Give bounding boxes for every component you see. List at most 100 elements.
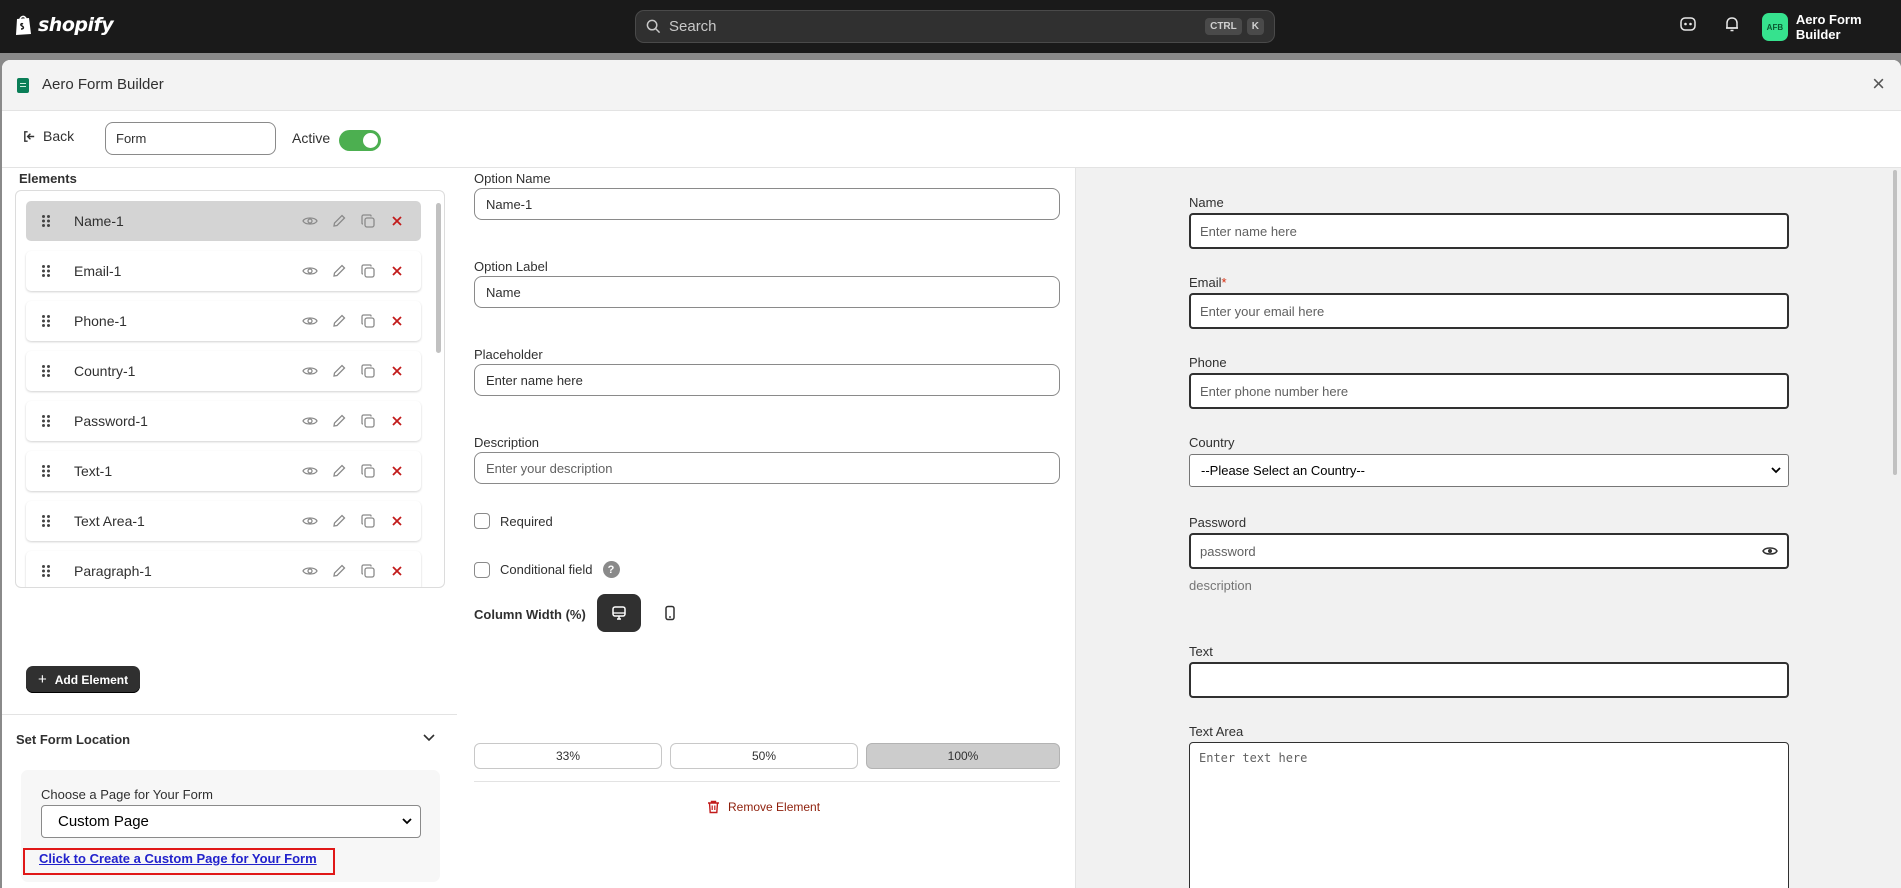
duplicate-icon[interactable]: [359, 363, 376, 380]
edit-icon[interactable]: [330, 263, 347, 280]
mobile-toggle-button[interactable]: [648, 594, 692, 632]
notifications-button[interactable]: [1723, 15, 1741, 33]
duplicate-icon[interactable]: [359, 513, 376, 530]
option-name-input[interactable]: Name-1: [474, 188, 1060, 220]
drag-handle-icon[interactable]: [26, 314, 66, 328]
delete-x-icon[interactable]: [388, 213, 405, 230]
duplicate-icon[interactable]: [359, 313, 376, 330]
preview-scrollbar[interactable]: [1893, 170, 1897, 475]
edit-icon[interactable]: [330, 463, 347, 480]
search-bar[interactable]: Search CTRL K: [635, 10, 1275, 43]
close-icon[interactable]: ×: [1872, 73, 1885, 95]
preview-country-select[interactable]: --Please Select an Country--: [1189, 454, 1789, 487]
delete-x-icon[interactable]: [388, 363, 405, 380]
form-location-title[interactable]: Set Form Location: [16, 732, 130, 747]
edit-icon[interactable]: [330, 413, 347, 430]
list-item[interactable]: Paragraph-1: [26, 551, 421, 587]
preview-text-label: Text: [1189, 644, 1213, 659]
width-33-button[interactable]: 33%: [474, 743, 662, 769]
list-item[interactable]: Name-1: [26, 201, 421, 241]
desktop-toggle-button[interactable]: [597, 594, 641, 632]
drag-handle-icon[interactable]: [26, 364, 66, 378]
store-avatar: AFB: [1762, 13, 1788, 41]
required-checkbox[interactable]: [474, 513, 490, 529]
remove-element-button[interactable]: Remove Element: [707, 800, 820, 814]
add-element-button[interactable]: + Add Element: [26, 666, 141, 693]
page-select[interactable]: Custom Page: [41, 805, 421, 838]
preview-phone-input[interactable]: Enter phone number here: [1189, 373, 1789, 409]
drag-handle-icon[interactable]: [26, 464, 66, 478]
option-label-input[interactable]: Name: [474, 276, 1060, 308]
preview-textarea[interactable]: Enter text here: [1189, 742, 1789, 888]
view-icon[interactable]: [301, 463, 318, 480]
drag-handle-icon[interactable]: [26, 264, 66, 278]
delete-x-icon[interactable]: [388, 413, 405, 430]
view-icon[interactable]: [301, 413, 318, 430]
delete-x-icon[interactable]: [388, 463, 405, 480]
elements-list[interactable]: Name-1 Email-1 Phone-1 Country-1 Passwor…: [15, 190, 445, 588]
preview-password-input[interactable]: password: [1189, 533, 1789, 569]
shopify-topbar: shopify Search CTRL K AFB Aero Form Buil…: [0, 0, 1901, 53]
view-icon[interactable]: [301, 363, 318, 380]
list-item[interactable]: Password-1: [26, 401, 421, 441]
delete-x-icon[interactable]: [388, 563, 405, 580]
duplicate-icon[interactable]: [359, 463, 376, 480]
back-button[interactable]: Back: [22, 128, 74, 144]
delete-x-icon[interactable]: [388, 313, 405, 330]
edit-icon[interactable]: [330, 313, 347, 330]
element-label: Country-1: [74, 363, 136, 379]
remove-element-label: Remove Element: [728, 800, 821, 814]
form-name-input[interactable]: [105, 122, 276, 155]
search-placeholder: Search: [669, 18, 717, 35]
preview-text-input[interactable]: [1189, 662, 1789, 698]
help-icon[interactable]: ?: [602, 561, 620, 578]
delete-x-icon[interactable]: [388, 513, 405, 530]
edit-icon[interactable]: [330, 563, 347, 580]
drag-handle-icon[interactable]: [26, 214, 66, 228]
chevron-down-icon[interactable]: [423, 734, 435, 742]
shopify-wordmark: shopify: [38, 14, 114, 36]
edit-icon[interactable]: [330, 213, 347, 230]
drag-handle-icon[interactable]: [26, 564, 66, 578]
list-item[interactable]: Email-1: [26, 251, 421, 291]
modal-title-bar: Aero Form Builder ×: [2, 60, 1901, 111]
view-icon[interactable]: [301, 563, 318, 580]
shopify-logo[interactable]: shopify: [14, 14, 114, 36]
edit-icon[interactable]: [330, 363, 347, 380]
duplicate-icon[interactable]: [359, 413, 376, 430]
form-toolbar: Back Active: [2, 111, 1901, 168]
list-item[interactable]: Phone-1: [26, 301, 421, 341]
conditional-checkbox[interactable]: [474, 561, 490, 578]
elements-scrollbar[interactable]: [436, 203, 441, 353]
store-account-button[interactable]: AFB Aero Form Builder: [1762, 12, 1901, 42]
view-icon[interactable]: [301, 313, 318, 330]
view-icon[interactable]: [301, 263, 318, 280]
duplicate-icon[interactable]: [359, 213, 376, 230]
active-toggle[interactable]: [339, 130, 381, 151]
elements-title: Elements: [19, 171, 77, 186]
assistant-button[interactable]: [1679, 15, 1697, 33]
duplicate-icon[interactable]: [359, 263, 376, 280]
eye-icon[interactable]: [1762, 545, 1778, 557]
view-icon[interactable]: [301, 513, 318, 530]
description-input[interactable]: Enter your description: [474, 452, 1060, 484]
duplicate-icon[interactable]: [359, 563, 376, 580]
chevron-down-icon: [1771, 467, 1781, 474]
create-custom-page-link[interactable]: Click to Create a Custom Page for Your F…: [39, 851, 317, 866]
preview-email-input[interactable]: Enter your email here: [1189, 293, 1789, 329]
width-100-button[interactable]: 100%: [866, 743, 1060, 769]
view-icon[interactable]: [301, 213, 318, 230]
delete-x-icon[interactable]: [388, 263, 405, 280]
placeholder-input[interactable]: Enter name here: [474, 364, 1060, 396]
drag-handle-icon[interactable]: [26, 514, 66, 528]
preview-name-input[interactable]: Enter name here: [1189, 213, 1789, 249]
element-label: Name-1: [74, 213, 124, 229]
edit-icon[interactable]: [330, 513, 347, 530]
list-item[interactable]: Text-1: [26, 451, 421, 491]
settings-divider: [474, 781, 1060, 782]
list-item[interactable]: Text Area-1: [26, 501, 421, 541]
list-item[interactable]: Country-1: [26, 351, 421, 391]
preview-password-label: Password: [1189, 515, 1247, 530]
width-50-button[interactable]: 50%: [670, 743, 858, 769]
drag-handle-icon[interactable]: [26, 414, 66, 428]
